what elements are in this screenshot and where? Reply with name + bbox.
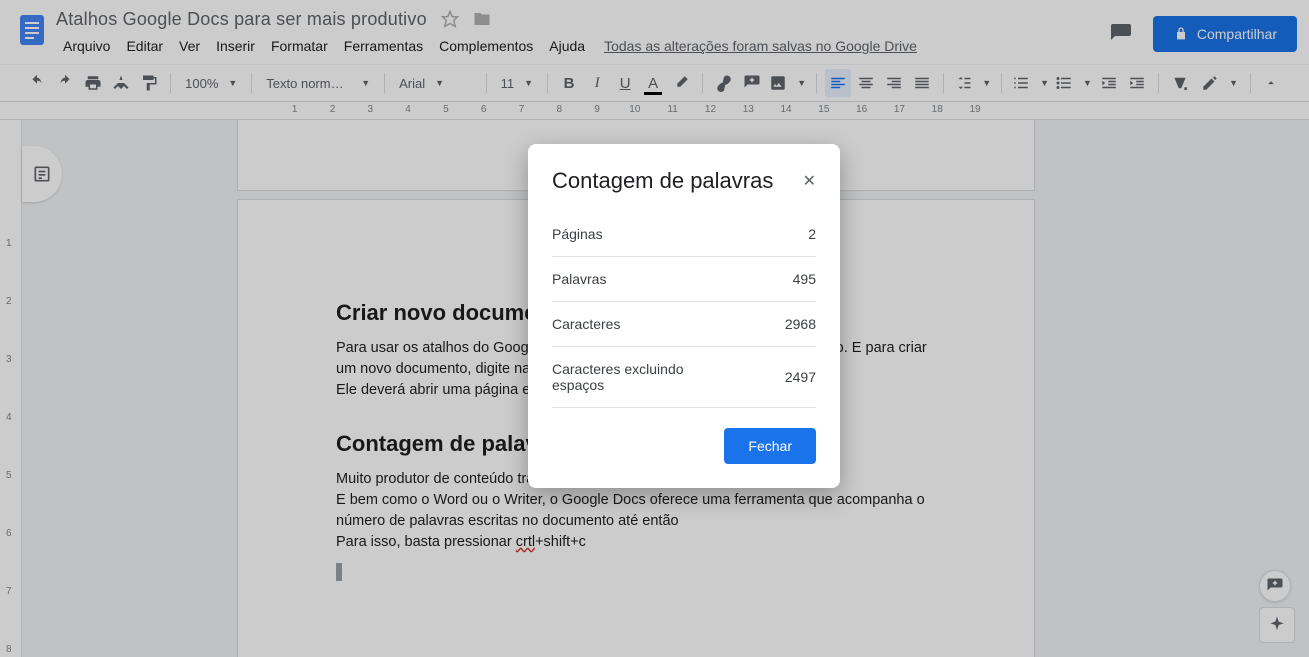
stat-label: Caracteres excluindo espaços	[552, 361, 722, 393]
close-icon[interactable]: ✕	[803, 171, 816, 191]
stat-value: 2	[808, 226, 816, 242]
dialog-title: Contagem de palavras	[552, 168, 773, 194]
stat-label: Páginas	[552, 226, 603, 242]
stat-value: 2497	[785, 369, 816, 385]
stat-value: 495	[793, 271, 816, 287]
stat-value: 2968	[785, 316, 816, 332]
stat-label: Caracteres	[552, 316, 620, 332]
stat-chars: Caracteres 2968	[552, 302, 816, 347]
close-button[interactable]: Fechar	[724, 428, 816, 464]
word-count-dialog: Contagem de palavras ✕ Páginas 2 Palavra…	[528, 144, 840, 488]
stat-chars-nospace: Caracteres excluindo espaços 2497	[552, 347, 816, 408]
stat-label: Palavras	[552, 271, 606, 287]
stat-words: Palavras 495	[552, 257, 816, 302]
stat-pages: Páginas 2	[552, 212, 816, 257]
